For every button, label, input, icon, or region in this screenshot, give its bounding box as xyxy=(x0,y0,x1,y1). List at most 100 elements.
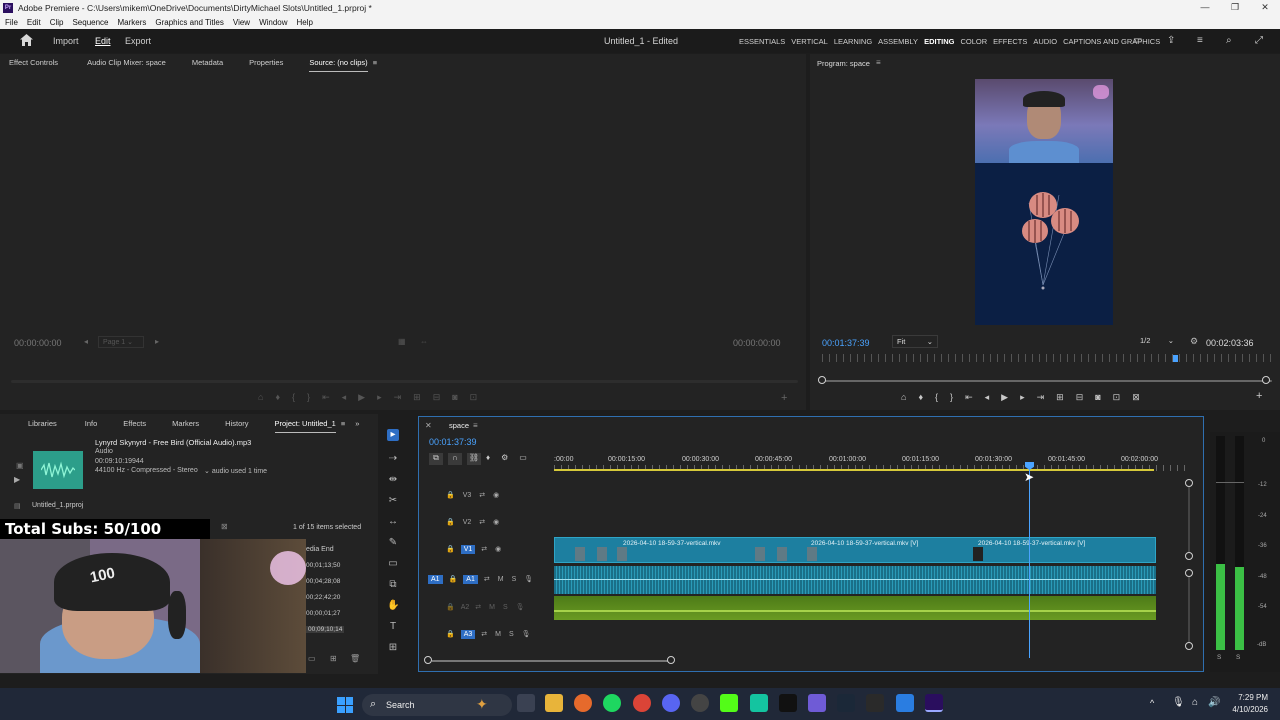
add-button-icon[interactable]: + xyxy=(781,392,787,404)
wrench-icon[interactable]: ⚙ xyxy=(1190,336,1198,347)
lift-icon[interactable]: ⊞ xyxy=(1056,392,1064,403)
tab-audio-clip-mixer[interactable]: Audio Clip Mixer: space xyxy=(87,54,166,72)
step-back-icon[interactable]: ◂ xyxy=(985,392,990,403)
list-item[interactable]: 00;22;42;20 xyxy=(306,594,340,601)
steam-icon[interactable] xyxy=(837,694,855,712)
lock-icon[interactable]: 🔒 xyxy=(449,575,458,583)
discord-icon[interactable] xyxy=(662,694,680,712)
microphone-icon[interactable]: 🎙 xyxy=(524,575,533,583)
tab-source[interactable]: Source: (no clips) xyxy=(309,54,368,72)
mark-in-icon[interactable]: { xyxy=(935,392,938,403)
source-timecode-left[interactable]: 00:00:00:00 xyxy=(14,338,62,348)
source-scrub-bar[interactable] xyxy=(11,380,798,383)
lock-icon[interactable]: 🔒 xyxy=(446,603,455,611)
timeline-timecode[interactable]: 00:01:37:39 xyxy=(429,437,477,447)
video-clip-track[interactable]: 2026-04-10 18-59-37-vertical.mkv 2026-04… xyxy=(554,537,1156,563)
media-end-header[interactable]: edia End xyxy=(306,546,334,553)
work-area-bar[interactable] xyxy=(554,469,1154,471)
add-marker-icon[interactable]: ♦ xyxy=(486,453,490,465)
timeline-menu-icon[interactable]: ≡ xyxy=(473,421,478,430)
timeline-zoom-left-handle[interactable] xyxy=(424,656,432,664)
program-zoom-left-handle[interactable] xyxy=(818,376,826,384)
program-playhead-timecode[interactable]: 00:01:37:39 xyxy=(822,338,870,348)
solo-right-button[interactable]: S xyxy=(1236,654,1240,661)
menu-clip[interactable]: Clip xyxy=(50,18,64,27)
chrome-icon[interactable] xyxy=(633,694,651,712)
solo-left-button[interactable]: S xyxy=(1217,654,1221,661)
ripple-edit-tool-icon[interactable]: ⇹ xyxy=(387,474,399,486)
source-patch-a1[interactable]: A1 xyxy=(428,574,443,584)
task-view-icon[interactable] xyxy=(517,694,535,712)
music-clip-a2[interactable] xyxy=(554,596,1156,620)
fullscreen-icon[interactable]: ⤢ xyxy=(1255,35,1263,46)
new-bin-icon[interactable]: ⊠ xyxy=(221,522,228,531)
tab-libraries[interactable]: Libraries xyxy=(28,415,57,433)
volume-icon[interactable]: 🔊 xyxy=(1208,697,1220,708)
eye-icon[interactable]: ◉ xyxy=(493,518,499,526)
page-select[interactable]: Page 1 ⌄ xyxy=(98,336,144,348)
tray-overflow-icon[interactable]: ^ xyxy=(1150,698,1154,708)
solo-button[interactable]: S xyxy=(503,604,508,611)
shape-tool-icon[interactable]: ⧉ xyxy=(387,579,399,591)
ws-color[interactable]: COLOR xyxy=(960,37,987,46)
add-button-icon[interactable]: + xyxy=(1256,390,1262,402)
play-icon[interactable]: ▶ xyxy=(358,392,365,403)
clock-date[interactable]: 4/10/2026 xyxy=(1228,705,1268,714)
more-tabs-icon[interactable]: » xyxy=(355,415,359,433)
obs-icon[interactable] xyxy=(691,694,709,712)
sync-lock-icon[interactable]: ⇄ xyxy=(479,518,485,526)
menu-graphics[interactable]: Graphics and Titles xyxy=(155,18,223,27)
tab-project[interactable]: Project: Untitled_1 xyxy=(274,415,336,433)
linked-selection-icon[interactable]: ⛓ xyxy=(467,453,481,465)
captions-icon[interactable]: ▭ xyxy=(519,453,527,465)
windows-start-icon[interactable] xyxy=(337,697,353,713)
sync-lock-icon[interactable]: ⇄ xyxy=(484,575,490,583)
mark-out-icon[interactable]: } xyxy=(950,392,953,403)
menu-markers[interactable]: Markers xyxy=(118,18,147,27)
program-video-frame[interactable] xyxy=(975,79,1113,325)
vertical-scrollbar[interactable] xyxy=(1188,577,1190,642)
tab-effect-controls[interactable]: Effect Controls xyxy=(9,54,58,72)
vertical-scroll-handle[interactable] xyxy=(1185,569,1193,577)
selection-tool-icon[interactable]: ▸ xyxy=(387,429,399,441)
program-zoom-bar[interactable] xyxy=(822,380,1272,382)
capcut-icon[interactable] xyxy=(779,694,797,712)
close-sequence-icon[interactable]: ✕ xyxy=(425,421,432,430)
timeline-settings-icon[interactable]: ⚙ xyxy=(501,453,508,465)
tab-effects[interactable]: Effects xyxy=(123,415,146,433)
lock-icon[interactable]: 🔒 xyxy=(446,630,455,638)
home-icon[interactable] xyxy=(20,34,33,46)
ws-assembly[interactable]: ASSEMBLY xyxy=(878,37,918,46)
button-editor-icon[interactable]: ⊠ xyxy=(1132,392,1140,403)
share-icon[interactable]: ⇪ xyxy=(1167,35,1175,46)
next-page-icon[interactable]: ▸ xyxy=(155,337,159,346)
sync-lock-icon[interactable]: ⇄ xyxy=(475,603,481,611)
menu-help[interactable]: Help xyxy=(297,18,313,27)
export-frame-icon[interactable]: ◙ xyxy=(452,392,457,403)
tab-history[interactable]: History xyxy=(225,415,248,433)
track-name-a3[interactable]: A3 xyxy=(460,629,476,639)
clock-time[interactable]: 7:29 PM xyxy=(1228,693,1268,702)
lock-icon[interactable]: 🔒 xyxy=(446,518,455,526)
tab-properties[interactable]: Properties xyxy=(249,54,283,72)
menu-view[interactable]: View xyxy=(233,18,250,27)
menu-sequence[interactable]: Sequence xyxy=(72,18,108,27)
menu-window[interactable]: Window xyxy=(259,18,287,27)
hand-tool-icon[interactable]: ✋ xyxy=(387,600,399,612)
slip-tool-icon[interactable]: ↔ xyxy=(387,516,399,528)
mute-button[interactable]: M xyxy=(495,631,501,638)
fit-dropdown[interactable]: Fit ⌄ xyxy=(892,335,938,348)
panel-menu-icon[interactable]: ≡ xyxy=(341,415,345,433)
step-forward-icon[interactable]: ▸ xyxy=(377,392,382,403)
ws-editing[interactable]: EDITING xyxy=(924,37,954,46)
add-marker-icon[interactable]: ⌂ xyxy=(901,392,906,403)
workspaces-panel-icon[interactable]: ▭ xyxy=(1133,35,1142,46)
go-to-in-icon[interactable]: ⇤ xyxy=(322,392,330,403)
lock-icon[interactable]: 🔒 xyxy=(446,491,455,499)
button-editor-icon[interactable]: ⊡ xyxy=(470,392,478,403)
trash-icon[interactable]: 🗑 xyxy=(350,654,360,663)
sequence-tab[interactable]: space xyxy=(449,421,469,430)
firefox-icon[interactable] xyxy=(574,694,592,712)
track-select-tool-icon[interactable]: ⇢ xyxy=(387,453,399,465)
eye-icon[interactable]: ◉ xyxy=(493,491,499,499)
